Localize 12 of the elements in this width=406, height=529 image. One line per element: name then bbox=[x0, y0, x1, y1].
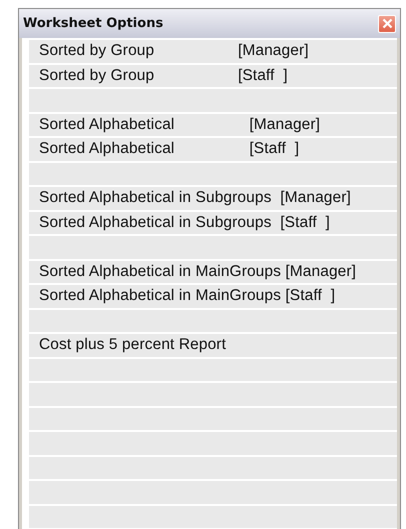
list-item[interactable]: Sorted by Group [Manager] bbox=[29, 40, 397, 62]
list-item[interactable]: Sorted Alphabetical [Staff ] bbox=[29, 138, 397, 160]
list-item[interactable]: Sorted Alphabetical in Subgroups [Staff ] bbox=[29, 212, 397, 234]
window-title: Worksheet Options bbox=[23, 16, 164, 31]
close-icon bbox=[382, 18, 392, 29]
list-item[interactable]: Sorted Alphabetical in Subgroups [Manager] bbox=[29, 187, 397, 210]
close-button[interactable] bbox=[378, 14, 396, 32]
list-item[interactable]: Sorted Alphabetical in MainGroups [Staff ] bbox=[29, 285, 397, 308]
list-item[interactable]: Sorted Alphabetical in MainGroups [Manager] bbox=[29, 260, 397, 283]
list-item[interactable]: Sorted by Group [Staff ] bbox=[29, 64, 397, 87]
list-item[interactable]: Sorted Alphabetical [Manager] bbox=[29, 114, 397, 136]
list-item[interactable]: Cost plus 5 percent Report bbox=[29, 334, 397, 356]
